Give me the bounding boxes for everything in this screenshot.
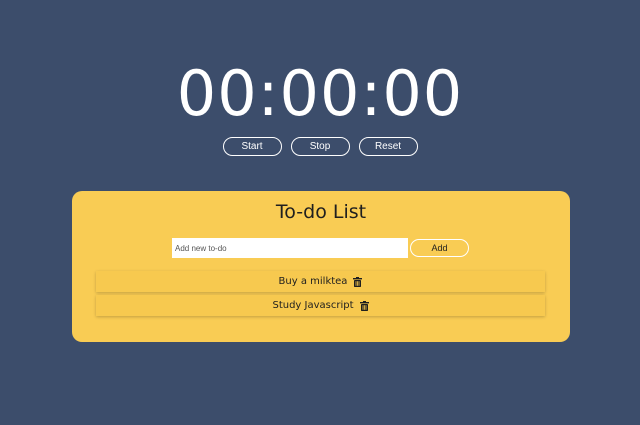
todo-title: To-do List	[275, 201, 367, 223]
todo-item-label: Buy a milktea	[278, 276, 348, 287]
timer-display: 00:00:00	[176, 57, 464, 130]
start-button[interactable]: Start	[222, 137, 282, 156]
todo-item: Buy a milktea	[96, 271, 545, 292]
todo-item: Study Javascript	[96, 295, 545, 316]
todo-card: To-do List Add Buy a milktea Study Javas…	[72, 191, 570, 342]
reset-button[interactable]: Reset	[358, 137, 418, 156]
trash-icon[interactable]	[359, 300, 369, 311]
new-todo-input[interactable]	[172, 238, 408, 258]
todo-list: Buy a milktea Study Javascript	[96, 271, 545, 319]
add-todo-button[interactable]: Add	[410, 239, 469, 257]
timer-controls: Start Stop Reset	[0, 137, 640, 156]
stop-button[interactable]: Stop	[290, 137, 350, 156]
todo-item-label: Study Javascript	[272, 300, 354, 311]
trash-icon[interactable]	[353, 276, 363, 287]
